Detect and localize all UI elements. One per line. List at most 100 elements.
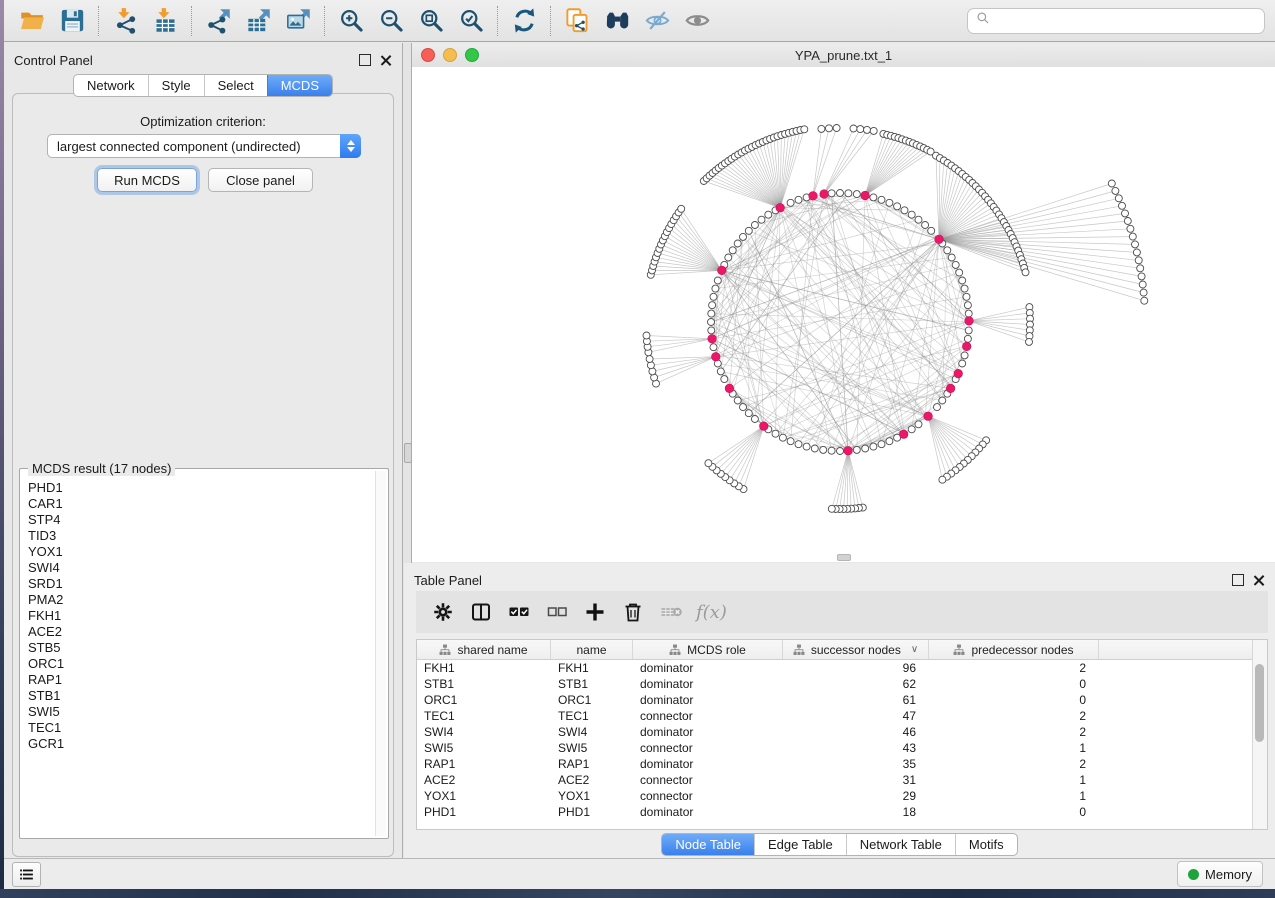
tab-select[interactable]: Select xyxy=(204,75,267,96)
zoom-in-icon[interactable] xyxy=(331,5,371,37)
toolbar-separator xyxy=(550,6,551,36)
column-header-MCDS-role[interactable]: MCDS role xyxy=(633,640,783,659)
zoom-out-icon[interactable] xyxy=(371,5,411,37)
tab-node-table[interactable]: Node Table xyxy=(662,834,754,855)
memory-button[interactable]: Memory xyxy=(1177,861,1263,887)
column-header-predecessor-nodes[interactable]: predecessor nodes xyxy=(929,640,1099,659)
network-view-title: YPA_prune.txt_1 xyxy=(412,48,1275,63)
trash-icon[interactable] xyxy=(616,597,650,627)
splitter-grip[interactable] xyxy=(404,443,412,463)
table-row[interactable]: RAP1RAP1dominator352 xyxy=(417,756,1267,772)
table-cell: 31 xyxy=(783,772,929,788)
network-canvas[interactable] xyxy=(412,67,1275,562)
mcds-result-item[interactable]: STB1 xyxy=(28,688,375,704)
export-network-icon[interactable] xyxy=(198,5,238,37)
table-scrollbar[interactable] xyxy=(1252,640,1267,829)
mcds-result-item[interactable]: PMA2 xyxy=(28,592,375,608)
add-icon[interactable] xyxy=(578,597,612,627)
hide-eye-icon[interactable] xyxy=(637,5,677,37)
mcds-result-item[interactable]: RAP1 xyxy=(28,672,375,688)
close-panel-icon[interactable] xyxy=(380,54,392,66)
float-table-panel-icon[interactable] xyxy=(1232,574,1244,586)
mcds-result-item[interactable]: SRD1 xyxy=(28,576,375,592)
close-panel-button[interactable]: Close panel xyxy=(208,168,313,192)
table-row[interactable]: PHD1PHD1dominator180 xyxy=(417,804,1267,820)
tab-edge-table[interactable]: Edge Table xyxy=(754,834,846,855)
column-header-shared-name[interactable]: shared name xyxy=(417,640,551,659)
mcds-result-item[interactable]: TEC1 xyxy=(28,720,375,736)
table-row[interactable]: ACE2ACE2connector311 xyxy=(417,772,1267,788)
network-view-titlebar: YPA_prune.txt_1 xyxy=(412,43,1275,68)
mcds-result-item[interactable]: ORC1 xyxy=(28,656,375,672)
column-header-successor-nodes[interactable]: successor nodes∨ xyxy=(783,640,929,659)
mcds-result-item[interactable]: TID3 xyxy=(28,528,375,544)
table-row[interactable]: YOX1YOX1connector291 xyxy=(417,788,1267,804)
tab-network-table[interactable]: Network Table xyxy=(846,834,955,855)
import-network-icon[interactable] xyxy=(105,5,145,37)
table-cell: dominator xyxy=(633,804,783,820)
tab-motifs[interactable]: Motifs xyxy=(955,834,1017,855)
table-row[interactable]: FKH1FKH1dominator962 xyxy=(417,660,1267,676)
zoom-selected-icon[interactable] xyxy=(451,5,491,37)
refresh-icon[interactable] xyxy=(504,5,544,37)
mcds-result-item[interactable]: GCR1 xyxy=(28,736,375,752)
mcds-result-item[interactable]: YOX1 xyxy=(28,544,375,560)
float-panel-icon[interactable] xyxy=(359,54,371,66)
table-cell: 96 xyxy=(783,660,929,676)
table-row[interactable]: TEC1TEC1connector472 xyxy=(417,708,1267,724)
import-table-icon[interactable] xyxy=(145,5,185,37)
table-cell: 43 xyxy=(783,740,929,756)
table-cell: YOX1 xyxy=(417,788,551,804)
mcds-result-item[interactable]: SWI4 xyxy=(28,560,375,576)
run-mcds-button[interactable]: Run MCDS xyxy=(97,168,197,192)
mcds-result-item[interactable]: ACE2 xyxy=(28,624,375,640)
mcds-result-item[interactable]: STP4 xyxy=(28,512,375,528)
share-document-icon[interactable] xyxy=(557,5,597,37)
table-cell: 2 xyxy=(929,724,1099,740)
zoom-fit-icon[interactable] xyxy=(411,5,451,37)
mcds-result-groupbox: MCDS result (17 nodes) PHD1CAR1STP4TID3Y… xyxy=(19,468,389,839)
column-header-name[interactable]: name xyxy=(551,640,633,659)
export-image-icon[interactable] xyxy=(278,5,318,37)
gear-icon[interactable] xyxy=(426,597,460,627)
close-table-panel-icon[interactable] xyxy=(1253,574,1265,586)
table-cell: 1 xyxy=(929,740,1099,756)
table-panel-title: Table Panel xyxy=(414,573,482,588)
table-cell: 1 xyxy=(929,772,1099,788)
search-input[interactable] xyxy=(996,12,1256,29)
table-cell: RAP1 xyxy=(417,756,551,772)
table-cell: SWI5 xyxy=(417,740,551,756)
function-builder-icon[interactable]: f(x) xyxy=(696,602,727,623)
table-row[interactable]: ORC1ORC1dominator610 xyxy=(417,692,1267,708)
columns-icon[interactable] xyxy=(464,597,498,627)
save-icon[interactable] xyxy=(52,5,92,37)
tab-mcds[interactable]: MCDS xyxy=(267,75,332,96)
deselect-all-icon[interactable] xyxy=(540,597,574,627)
mcds-result-scrollbar[interactable] xyxy=(375,471,386,836)
mcds-result-item[interactable]: PHD1 xyxy=(28,480,375,496)
tab-network[interactable]: Network xyxy=(74,75,148,96)
table-cell: ORC1 xyxy=(417,692,551,708)
node-table: shared namenameMCDS rolesuccessor nodes∨… xyxy=(416,639,1268,830)
table-cell: YOX1 xyxy=(551,788,633,804)
tab-style[interactable]: Style xyxy=(148,75,204,96)
horizontal-splitter-grip[interactable] xyxy=(837,554,851,561)
table-row[interactable]: STB1STB1dominator620 xyxy=(417,676,1267,692)
sort-chevron-icon: ∨ xyxy=(911,644,918,655)
show-eye-icon[interactable] xyxy=(677,5,717,37)
mcds-result-item[interactable]: CAR1 xyxy=(28,496,375,512)
mcds-result-item[interactable]: SWI5 xyxy=(28,704,375,720)
table-row[interactable]: SWI5SWI5connector431 xyxy=(417,740,1267,756)
criterion-select[interactable]: largest connected component (undirected) xyxy=(47,134,361,158)
export-table-icon[interactable] xyxy=(238,5,278,37)
mcds-result-item[interactable]: STB5 xyxy=(28,640,375,656)
panel-menu-button[interactable] xyxy=(12,862,41,887)
table-row[interactable]: SWI4SWI4dominator462 xyxy=(417,724,1267,740)
mcds-result-item[interactable]: FKH1 xyxy=(28,608,375,624)
binoculars-icon[interactable] xyxy=(597,5,637,37)
control-panel-title: Control Panel xyxy=(14,53,93,68)
open-icon[interactable] xyxy=(12,5,52,37)
select-all-icon[interactable] xyxy=(502,597,536,627)
column-header-filler xyxy=(1099,640,1267,659)
table-scrollbar-thumb[interactable] xyxy=(1255,664,1264,742)
